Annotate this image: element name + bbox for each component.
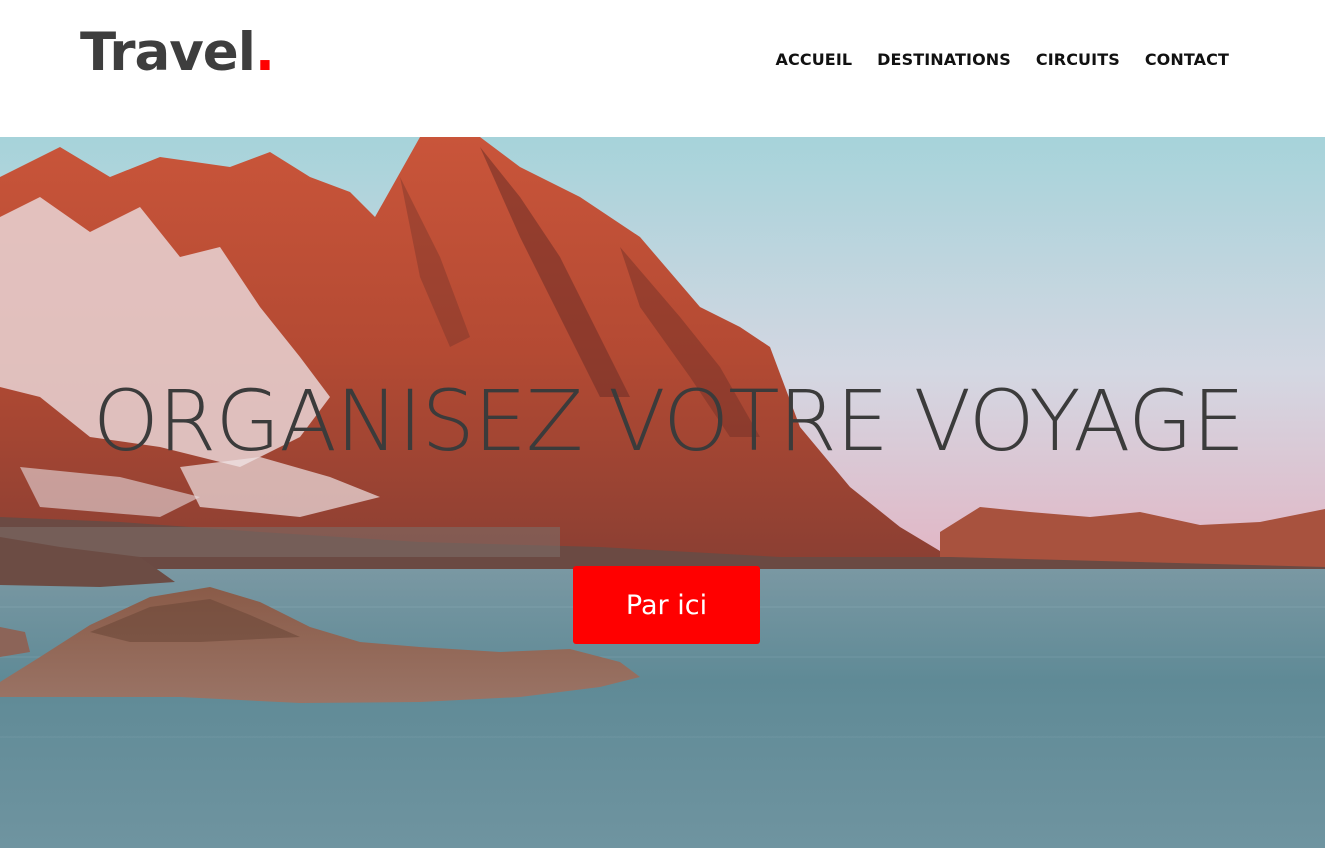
site-header: Travel. ACCUEIL DESTINATIONS CIRCUITS CO… bbox=[0, 0, 1325, 137]
hero-section: ORGANISEZ VOTRE VOYAGE Par ici bbox=[0, 137, 1325, 848]
nav-item-circuits[interactable]: CIRCUITS bbox=[1036, 50, 1120, 69]
hero-title: ORGANISEZ VOTRE VOYAGE bbox=[92, 372, 1245, 470]
nav-item-destinations[interactable]: DESTINATIONS bbox=[877, 50, 1011, 69]
site-logo[interactable]: Travel. bbox=[80, 26, 275, 79]
logo-dot: . bbox=[254, 22, 275, 83]
par-ici-button[interactable]: Par ici bbox=[573, 566, 760, 644]
nav-item-contact[interactable]: CONTACT bbox=[1145, 50, 1229, 69]
hero-background-image bbox=[0, 137, 1325, 848]
nav-item-accueil[interactable]: ACCUEIL bbox=[776, 50, 853, 69]
logo-text: Travel bbox=[80, 22, 256, 83]
main-nav: ACCUEIL DESTINATIONS CIRCUITS CONTACT bbox=[776, 50, 1229, 69]
